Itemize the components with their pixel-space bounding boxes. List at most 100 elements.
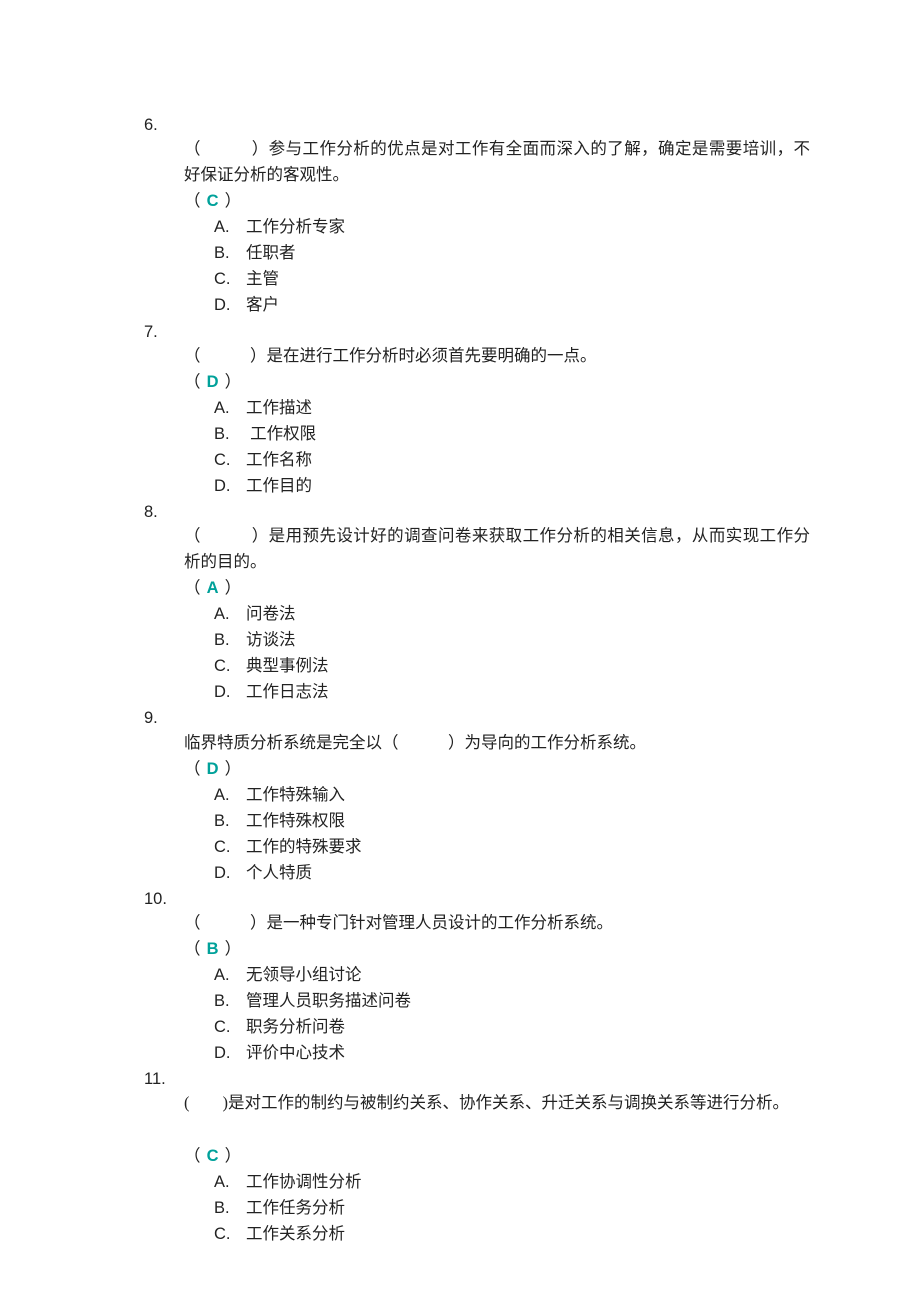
answer-letter: A <box>205 579 221 597</box>
option-letter: A. <box>214 1169 246 1195</box>
bracket-open: （ <box>184 372 205 391</box>
list-item: D.工作日志法 <box>214 679 810 705</box>
question-stem: （ ）是一种专门针对管理人员设计的工作分析系统。 <box>184 910 810 936</box>
question-body: （ ）是用预先设计好的调查问卷来获取工作分析的相关信息，从而实现工作分析的目的。… <box>144 523 810 705</box>
option-text: 工作日志法 <box>246 682 329 701</box>
list-item: C.主管 <box>214 266 810 292</box>
option-letter: C. <box>214 1014 246 1040</box>
answer-line: （ C ） <box>184 188 810 214</box>
question-number: 6. <box>144 112 810 138</box>
option-letter: C. <box>214 266 246 292</box>
option-text: 工作权限 <box>246 424 316 443</box>
answer-line: （ A ） <box>184 575 810 601</box>
option-letter: A. <box>214 214 246 240</box>
option-text: 工作的特殊要求 <box>246 837 362 856</box>
option-text: 工作特殊输入 <box>246 785 345 804</box>
option-letter: D. <box>214 860 246 886</box>
bracket-open: （ <box>184 939 205 958</box>
question-body: （ ）参与工作分析的优点是对工作有全面而深入的了解，确定是需要培训，不好保证分析… <box>144 136 810 318</box>
list-item: A.工作特殊输入 <box>214 782 810 808</box>
option-text: 个人特质 <box>246 863 312 882</box>
list-item: A.工作分析专家 <box>214 214 810 240</box>
bracket-close: ） <box>221 939 242 958</box>
option-letter: D. <box>214 473 246 499</box>
bracket-open: （ <box>184 578 205 597</box>
option-text: 工作特殊权限 <box>246 811 345 830</box>
bracket-close: ） <box>221 1146 242 1165</box>
options-list: A.工作特殊输入 B.工作特殊权限 C.工作的特殊要求 D.个人特质 <box>184 782 810 886</box>
option-letter: A. <box>214 962 246 988</box>
option-letter: A. <box>214 601 246 627</box>
option-text: 典型事例法 <box>246 656 329 675</box>
option-letter: D. <box>214 292 246 318</box>
option-letter: D. <box>214 679 246 705</box>
question-body: （ ）是一种专门针对管理人员设计的工作分析系统。 （ B ） A.无领导小组讨论… <box>144 910 810 1066</box>
option-text: 任职者 <box>246 243 296 262</box>
question-stem: 临界特质分析系统是完全以（ ）为导向的工作分析系统。 <box>184 730 810 756</box>
option-letter: B. <box>214 627 246 653</box>
bracket-open: （ <box>184 759 205 778</box>
option-text: 工作分析专家 <box>246 217 345 236</box>
list-item: D.评价中心技术 <box>214 1040 810 1066</box>
options-list: A.工作协调性分析 B.工作任务分析 C.工作关系分析 <box>184 1169 810 1247</box>
option-letter: C. <box>214 834 246 860</box>
option-letter: A. <box>214 395 246 421</box>
answer-line: （ B ） <box>184 936 810 962</box>
answer-line: （ C ） <box>184 1143 810 1169</box>
option-letter: B. <box>214 240 246 266</box>
option-text: 无领导小组讨论 <box>246 965 362 984</box>
option-text: 职务分析问卷 <box>246 1017 345 1036</box>
exam-page: 6. （ ）参与工作分析的优点是对工作有全面而深入的了解，确定是需要培训，不好保… <box>0 0 920 1307</box>
option-letter: C. <box>214 1221 246 1247</box>
option-text: 主管 <box>246 269 279 288</box>
option-letter: C. <box>214 653 246 679</box>
options-list: A.无领导小组讨论 B.管理人员职务描述问卷 C.职务分析问卷 D.评价中心技术 <box>184 962 810 1066</box>
answer-letter: D <box>205 373 221 391</box>
question-stem: （ ）是在进行工作分析时必须首先要明确的一点。 <box>184 343 810 369</box>
blank-line <box>184 1116 810 1142</box>
answer-line: （ D ） <box>184 756 810 782</box>
option-text: 问卷法 <box>246 604 296 623</box>
list-item: A.工作协调性分析 <box>214 1169 810 1195</box>
bracket-close: ） <box>221 191 242 210</box>
list-item: A.工作描述 <box>214 395 810 421</box>
option-letter: B. <box>214 988 246 1014</box>
option-text: 工作任务分析 <box>246 1198 345 1217</box>
option-letter: B. <box>214 1195 246 1221</box>
question-body: （ ）是在进行工作分析时必须首先要明确的一点。 （ D ） A.工作描述 B. … <box>144 343 810 499</box>
list-item: A.问卷法 <box>214 601 810 627</box>
list-item: B.访谈法 <box>214 627 810 653</box>
question-body: 临界特质分析系统是完全以（ ）为导向的工作分析系统。 （ D ） A.工作特殊输… <box>144 730 810 886</box>
list-item: D.工作目的 <box>214 473 810 499</box>
option-letter: B. <box>214 421 246 447</box>
answer-letter: B <box>205 940 221 958</box>
bracket-open: （ <box>184 191 205 210</box>
question-number: 8. <box>144 499 810 525</box>
list-item: D.客户 <box>214 292 810 318</box>
bracket-close: ） <box>221 372 242 391</box>
option-text: 工作名称 <box>246 450 312 469</box>
list-item: C.工作名称 <box>214 447 810 473</box>
list-item: C.工作关系分析 <box>214 1221 810 1247</box>
question-stem: （ ）是用预先设计好的调查问卷来获取工作分析的相关信息，从而实现工作分析的目的。 <box>184 523 810 575</box>
question-number: 10. <box>144 886 810 912</box>
bracket-close: ） <box>221 759 242 778</box>
option-letter: D. <box>214 1040 246 1066</box>
list-item: B.任职者 <box>214 240 810 266</box>
question-stem: ( )是对工作的制约与被制约关系、协作关系、升迁关系与调换关系等进行分析。 <box>184 1090 810 1116</box>
list-item: C.典型事例法 <box>214 653 810 679</box>
options-list: A.工作描述 B. 工作权限 C.工作名称 D.工作目的 <box>184 395 810 499</box>
bracket-close: ） <box>221 578 242 597</box>
option-text: 访谈法 <box>246 630 296 649</box>
list-item: B. 工作权限 <box>214 421 810 447</box>
answer-letter: C <box>205 192 221 210</box>
list-item: D.个人特质 <box>214 860 810 886</box>
list-item: A.无领导小组讨论 <box>214 962 810 988</box>
option-text: 工作协调性分析 <box>246 1172 362 1191</box>
option-letter: A. <box>214 782 246 808</box>
options-list: A.问卷法 B.访谈法 C.典型事例法 D.工作日志法 <box>184 601 810 705</box>
answer-letter: D <box>205 760 221 778</box>
question-stem: （ ）参与工作分析的优点是对工作有全面而深入的了解，确定是需要培训，不好保证分析… <box>184 136 810 188</box>
answer-line: （ D ） <box>184 369 810 395</box>
answer-letter: C <box>205 1147 221 1165</box>
